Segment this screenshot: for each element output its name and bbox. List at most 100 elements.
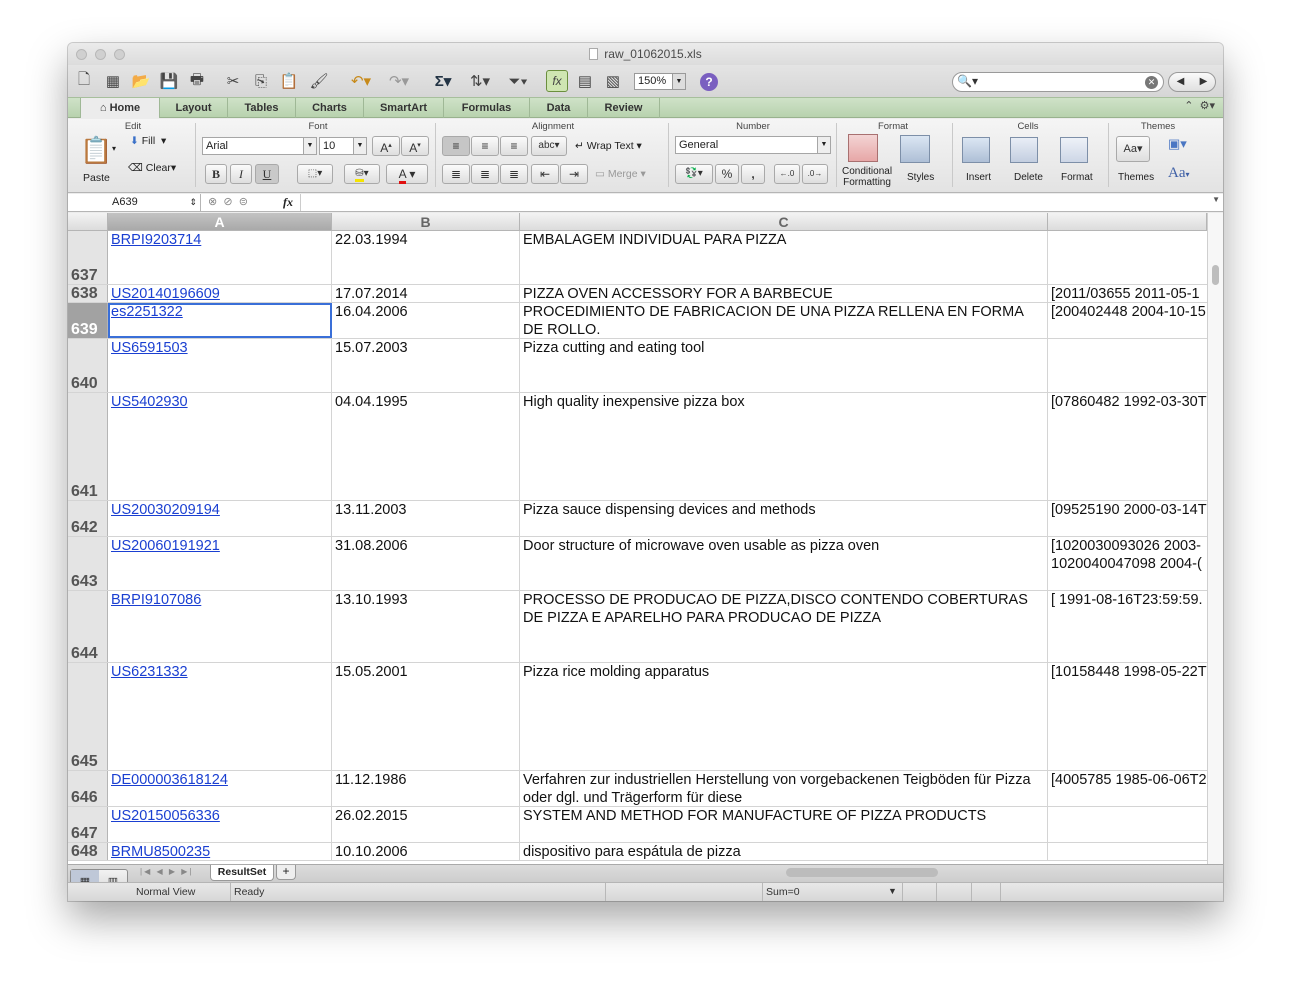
merge-button[interactable]: ▭ Merge ▾ bbox=[595, 168, 646, 180]
open-icon[interactable]: 📂 bbox=[130, 70, 152, 92]
paste-dropdown-icon[interactable]: ▾ bbox=[112, 144, 116, 153]
formula-builder-icon[interactable]: fx bbox=[546, 70, 568, 92]
cell-b[interactable]: 16.04.2006 bbox=[332, 303, 520, 338]
row-header[interactable]: 640 bbox=[68, 339, 108, 392]
borders-button[interactable]: ⬚▾ bbox=[297, 164, 333, 184]
name-box-stepper-icon[interactable]: ⇕ bbox=[189, 194, 197, 211]
cut-icon[interactable]: ✂ bbox=[222, 70, 244, 92]
cell-c[interactable]: PROCESSO DE PRODUCAO DE PIZZA,DISCO CONT… bbox=[520, 591, 1048, 662]
patent-link[interactable]: US5402930 bbox=[111, 394, 188, 410]
patent-link[interactable]: BRMU8500235 bbox=[111, 844, 210, 860]
font-name-select[interactable]: Arial ▼ bbox=[202, 137, 317, 155]
vertical-scrollbar[interactable] bbox=[1207, 213, 1223, 864]
tab-review[interactable]: Review bbox=[588, 98, 660, 118]
cell-a[interactable]: US6591503 bbox=[108, 339, 332, 392]
gear-icon[interactable]: ⚙▾ bbox=[1200, 100, 1215, 112]
paste-icon[interactable]: 📋 bbox=[278, 70, 300, 92]
cell-a[interactable]: US20140196609 bbox=[108, 285, 332, 302]
sheet-navigation-arrows[interactable]: |◀ ◀ ▶ ▶| bbox=[140, 867, 193, 876]
equals-icon[interactable]: ⊜ bbox=[239, 196, 248, 208]
patent-link[interactable]: US20150056336 bbox=[111, 808, 220, 824]
cell-d[interactable]: [4005785 1985-06-06T2 bbox=[1048, 771, 1207, 806]
patent-link[interactable]: US6231332 bbox=[111, 664, 188, 680]
row-header[interactable]: 639 bbox=[68, 303, 108, 338]
align-middle-button[interactable]: ≡ bbox=[471, 136, 499, 156]
patent-link[interactable]: US6591503 bbox=[111, 340, 188, 356]
align-center-button[interactable]: ≣ bbox=[471, 164, 499, 184]
column-header-a[interactable]: A bbox=[108, 213, 332, 231]
cell-a[interactable]: BRPI9203714 bbox=[108, 231, 332, 284]
styles-button[interactable]: Styles bbox=[907, 172, 934, 183]
cell-a[interactable]: US6231332 bbox=[108, 663, 332, 770]
save-icon[interactable]: 💾 bbox=[158, 70, 180, 92]
cell-c[interactable]: Pizza cutting and eating tool bbox=[520, 339, 1048, 392]
add-sheet-button[interactable]: + bbox=[276, 865, 296, 880]
patent-link[interactable]: DE000003618124 bbox=[111, 772, 228, 788]
tab-data[interactable]: Data bbox=[530, 98, 588, 118]
underline-button[interactable]: U bbox=[255, 164, 279, 184]
cell-b[interactable]: 31.08.2006 bbox=[332, 537, 520, 590]
insert-function-button[interactable]: fx bbox=[283, 194, 293, 211]
insert-cells-icon[interactable] bbox=[962, 137, 990, 163]
tab-tables[interactable]: Tables bbox=[228, 98, 296, 118]
tab-formulas[interactable]: Formulas bbox=[444, 98, 530, 118]
theme-colors-icon[interactable]: ▣▾ bbox=[1168, 136, 1187, 152]
insert-button[interactable]: Insert bbox=[966, 172, 991, 183]
increase-indent-button[interactable]: ⇥ bbox=[560, 164, 588, 184]
cell-a[interactable]: DE000003618124 bbox=[108, 771, 332, 806]
column-header-b[interactable]: B bbox=[332, 213, 520, 231]
sheet-tab-resultset[interactable]: ResultSet bbox=[210, 865, 274, 881]
cell-c[interactable]: PIZZA OVEN ACCESSORY FOR A BARBECUE bbox=[520, 285, 1048, 302]
italic-button[interactable]: I bbox=[230, 164, 252, 184]
conditional-formatting-button[interactable]: Conditional Formatting bbox=[842, 166, 892, 188]
paste-button[interactable]: Paste bbox=[83, 172, 110, 184]
patent-link[interactable]: es2251322 bbox=[111, 304, 183, 320]
row-header[interactable]: 638 bbox=[68, 285, 108, 302]
cell-d[interactable]: [200402448 2004-10-15 bbox=[1048, 303, 1207, 338]
redo-icon[interactable]: ↷▾ bbox=[382, 70, 416, 92]
name-box[interactable]: A639 ⇕ bbox=[68, 194, 201, 211]
number-format-select[interactable]: General ▼ bbox=[675, 136, 831, 154]
cell-b[interactable]: 10.10.2006 bbox=[332, 843, 520, 860]
cell-b[interactable]: 15.05.2001 bbox=[332, 663, 520, 770]
font-color-button[interactable]: A ▾ bbox=[386, 164, 428, 184]
cell-c[interactable]: SYSTEM AND METHOD FOR MANUFACTURE OF PIZ… bbox=[520, 807, 1048, 842]
cell-d[interactable]: [07860482 1992-03-30T bbox=[1048, 393, 1207, 500]
increase-decimal-button[interactable]: ←.0 bbox=[774, 164, 800, 184]
tab-smartart[interactable]: SmartArt bbox=[364, 98, 444, 118]
row-header[interactable]: 648 bbox=[68, 843, 108, 860]
format-button[interactable]: Format bbox=[1061, 172, 1093, 183]
tab-layout[interactable]: Layout bbox=[160, 98, 228, 118]
cell-c[interactable]: Verfahren zur industriellen Herstellung … bbox=[520, 771, 1048, 806]
decrease-decimal-button[interactable]: .0→ bbox=[802, 164, 828, 184]
cell-d[interactable] bbox=[1048, 339, 1207, 392]
format-painter-icon[interactable]: 🖌 bbox=[308, 70, 330, 92]
collapse-ribbon-icon[interactable]: ⌃ bbox=[1184, 100, 1193, 112]
help-icon[interactable]: ? bbox=[700, 73, 718, 91]
clear-button[interactable]: ⌫ Clear▾ bbox=[128, 162, 176, 174]
align-left-button[interactable]: ≣ bbox=[442, 164, 470, 184]
zoom-select[interactable]: 150% ▼ bbox=[634, 73, 686, 90]
templates-icon[interactable]: ▦ bbox=[102, 70, 124, 92]
themes-button[interactable]: Themes bbox=[1118, 172, 1154, 183]
paste-clipboard-icon[interactable]: 📋 bbox=[80, 135, 112, 166]
cell-a[interactable]: BRPI9107086 bbox=[108, 591, 332, 662]
patent-link[interactable]: BRPI9203714 bbox=[111, 232, 201, 248]
tab-home[interactable]: ⌂ Home bbox=[80, 98, 160, 118]
font-size-select[interactable]: 10 ▼ bbox=[319, 137, 367, 155]
theme-fonts-button[interactable]: Aa▾ bbox=[1168, 165, 1190, 182]
decrease-indent-button[interactable]: ⇤ bbox=[531, 164, 559, 184]
cell-b[interactable]: 22.03.1994 bbox=[332, 231, 520, 284]
delete-button[interactable]: Delete bbox=[1014, 172, 1043, 183]
column-header-c[interactable]: C bbox=[520, 213, 1048, 231]
cancel-entry-icon[interactable]: ⊗ bbox=[208, 196, 217, 208]
cell-b[interactable]: 04.04.1995 bbox=[332, 393, 520, 500]
row-header[interactable]: 644 bbox=[68, 591, 108, 662]
patent-link[interactable]: BRPI9107086 bbox=[111, 592, 201, 608]
cell-a[interactable]: BRMU8500235 bbox=[108, 843, 332, 860]
tab-charts[interactable]: Charts bbox=[296, 98, 364, 118]
previous-result-icon[interactable]: ◀ bbox=[1169, 73, 1192, 91]
fill-button[interactable]: ⬇ Fill ▾ bbox=[130, 135, 166, 147]
horizontal-scroll-thumb[interactable] bbox=[786, 868, 938, 877]
decrease-font-size-button[interactable]: A▾ bbox=[401, 136, 429, 156]
